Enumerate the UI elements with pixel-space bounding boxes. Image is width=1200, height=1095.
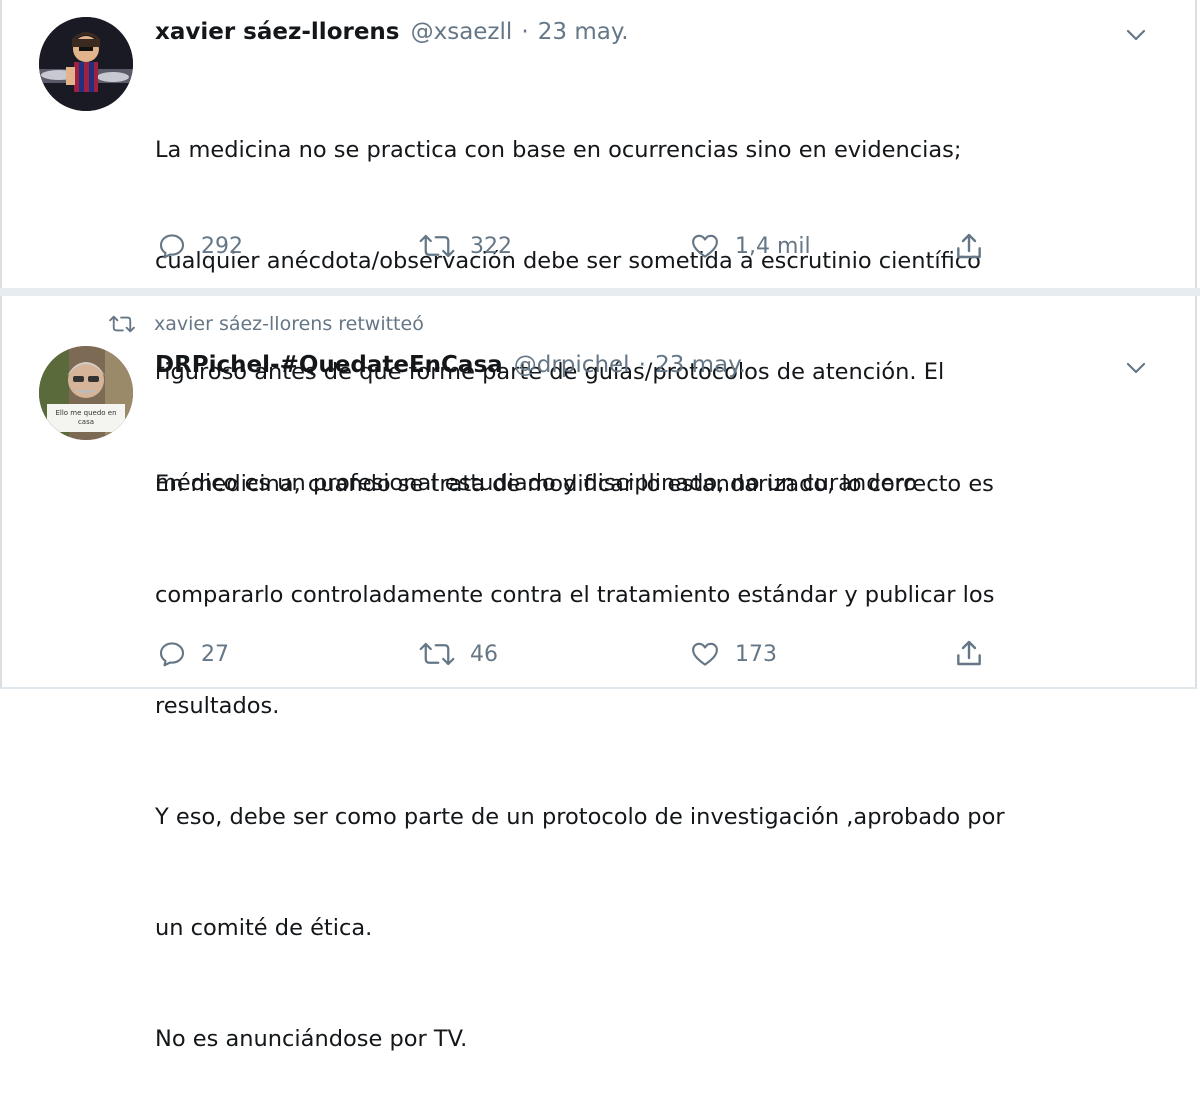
tweet-line: un comité de ética.: [155, 915, 373, 941]
retweet-count: 322: [470, 233, 512, 259]
tweet-text: En medicina, cuando se trata de modifica…: [155, 392, 1005, 1095]
retweet-label: xavier sáez-llorens retwitteó: [154, 313, 424, 335]
tweet-line: No es anunciándose por TV.: [155, 1026, 468, 1052]
like-count: 173: [735, 641, 777, 667]
reply-count: 27: [201, 641, 229, 667]
share-icon: [957, 640, 981, 666]
heart-icon: [692, 642, 718, 666]
tweet-line: En medicina, cuando se trata de modifica…: [155, 471, 994, 497]
like-button[interactable]: 1,4 mil: [689, 231, 811, 261]
tweet-header: DRPichel-#QuedateEnCasa @drpichel · 23 m…: [155, 352, 746, 378]
tweet-date[interactable]: 23 may.: [538, 19, 629, 45]
reply-button[interactable]: 292: [157, 231, 243, 261]
reply-icon: [159, 234, 185, 259]
author-name[interactable]: xavier sáez-llorens: [155, 19, 400, 45]
author-handle[interactable]: @drpichel: [514, 352, 630, 378]
retweet-icon: [419, 642, 455, 666]
tweet-line: compararlo controladamente contra el tra…: [155, 582, 995, 608]
separator: ·: [521, 19, 529, 45]
retweet-context[interactable]: xavier sáez-llorens retwitteó: [108, 313, 424, 335]
tweet-line: cualquier anécdota/observación debe ser …: [155, 248, 981, 274]
like-button[interactable]: 173: [689, 639, 777, 669]
retweet-button[interactable]: 46: [418, 639, 498, 669]
tweet-1[interactable]: xavier sáez-llorens @xsaezll · 23 may. L…: [0, 0, 1200, 496]
author-handle[interactable]: @xsaezll: [411, 19, 513, 45]
tweet-header: xavier sáez-llorens @xsaezll · 23 may.: [155, 19, 629, 45]
avatar[interactable]: Ello me quedo en casa: [39, 346, 133, 440]
tweet-line: resultados.: [155, 693, 280, 719]
author-name[interactable]: DRPichel-#QuedateEnCasa: [155, 352, 503, 378]
avatar-sign-text: Ello me quedo en casa: [55, 409, 117, 426]
avatar-image: [39, 17, 133, 111]
tweet-date[interactable]: 23 may.: [655, 352, 746, 378]
chevron-down-icon[interactable]: [1124, 356, 1148, 380]
chevron-down-icon[interactable]: [1124, 23, 1148, 47]
retweet-button[interactable]: 322: [418, 231, 512, 261]
reply-count: 292: [201, 233, 243, 259]
retweet-icon: [109, 315, 135, 333]
like-count: 1,4 mil: [735, 233, 811, 259]
share-icon: [957, 233, 981, 259]
retweet-icon: [419, 234, 455, 258]
share-button[interactable]: [953, 638, 985, 670]
separator: ·: [638, 352, 646, 378]
avatar[interactable]: [39, 17, 133, 111]
reply-icon: [159, 642, 185, 667]
reply-button[interactable]: 27: [157, 639, 229, 669]
tweet-divider: [0, 288, 1200, 296]
retweet-count: 46: [470, 641, 498, 667]
tweet-line: La medicina no se practica con base en o…: [155, 137, 962, 163]
share-button[interactable]: [953, 231, 985, 263]
tweet-line: Y eso, debe ser como parte de un protoco…: [155, 804, 1005, 830]
heart-icon: [692, 234, 718, 258]
